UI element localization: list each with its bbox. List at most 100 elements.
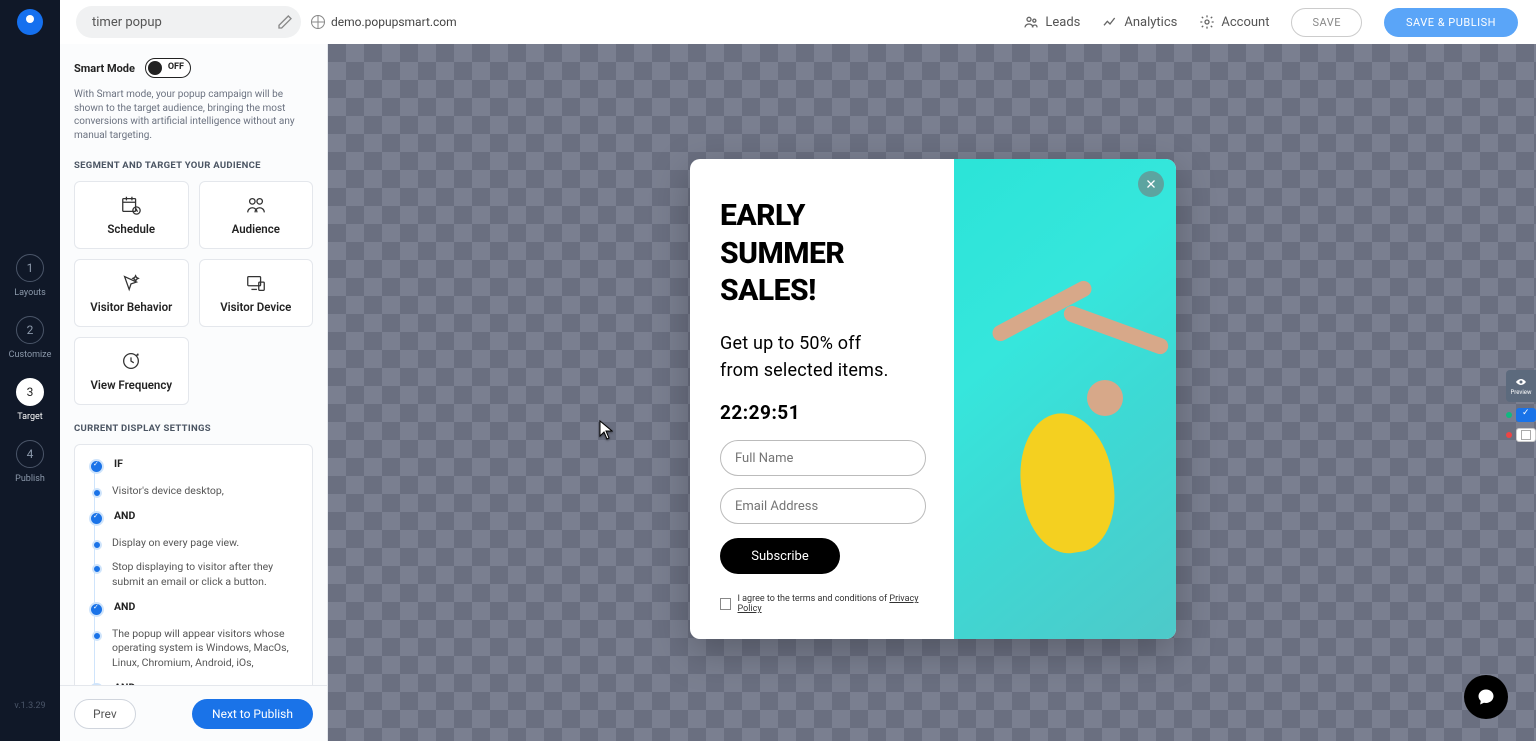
step-number: 1: [16, 254, 44, 282]
rule-item: Stop displaying to visitor after they su…: [89, 560, 302, 589]
target-sidebar: Smart Mode OFF With Smart mode, your pop…: [60, 44, 328, 741]
people-icon: [1023, 14, 1039, 30]
step-label: Customize: [9, 350, 52, 360]
campaign-name-field[interactable]: [76, 6, 301, 38]
devices-icon: [245, 272, 267, 294]
header-right: Leads Analytics Account SAVE SAVE & PUBL…: [1023, 8, 1536, 37]
terms-text: I agree to the terms and conditions of P…: [737, 594, 934, 614]
status-dot-green: [1506, 412, 1512, 418]
status-dot-red: [1506, 432, 1512, 438]
variant-chip-active[interactable]: [1516, 408, 1536, 422]
step-label: Target: [17, 412, 43, 422]
card-visitor-device[interactable]: Visitor Device: [199, 259, 314, 327]
nav-account[interactable]: Account: [1199, 14, 1269, 30]
chat-icon: [1476, 687, 1496, 707]
card-view-frequency[interactable]: View Frequency: [74, 337, 189, 405]
sidebar-scroll[interactable]: Smart Mode OFF With Smart mode, your pop…: [60, 44, 327, 685]
popup-preview: EARLY SUMMER SALES! Get up to 50% off fr…: [690, 159, 1176, 639]
mouse-cursor-icon: [599, 420, 613, 440]
sidebar-footer: Prev Next to Publish: [60, 685, 327, 741]
nav-analytics[interactable]: Analytics: [1102, 14, 1177, 30]
step-layouts[interactable]: 1 Layouts: [14, 254, 46, 298]
brand-logo[interactable]: [0, 0, 60, 44]
clock-icon: [120, 350, 142, 372]
step-target[interactable]: 3 Target: [16, 378, 44, 422]
next-to-publish-button[interactable]: Next to Publish: [192, 699, 313, 729]
smart-mode-label: Smart Mode: [74, 62, 135, 75]
card-label: Audience: [232, 222, 280, 236]
segment-heading: SEGMENT AND TARGET YOUR AUDIENCE: [74, 160, 313, 171]
popup-subscribe-button[interactable]: Subscribe: [720, 538, 840, 574]
step-number: 2: [16, 316, 44, 344]
variant-row-b: [1506, 428, 1536, 442]
step-nav: 1 Layouts 2 Customize 3 Target 4 Publish…: [0, 44, 60, 741]
rule-item: Visitor's device desktop,: [89, 484, 302, 499]
smart-mode-description: With Smart mode, your popup campaign wil…: [74, 88, 313, 142]
domain-chip[interactable]: demo.popupsmart.com: [311, 15, 457, 29]
display-settings-box: IF Visitor's device desktop, AND Display…: [74, 444, 313, 685]
popup-terms-row: I agree to the terms and conditions of P…: [720, 594, 934, 614]
smart-mode-toggle[interactable]: OFF: [145, 58, 191, 78]
cursor-sparkle-icon: [120, 272, 142, 294]
version-text: v.1.3.29: [14, 701, 45, 711]
campaign-name-input[interactable]: [92, 15, 277, 30]
step-number: 4: [16, 440, 44, 468]
rule-and: AND: [89, 509, 302, 526]
step-label: Publish: [15, 474, 45, 484]
smart-mode-row: Smart Mode OFF: [74, 58, 313, 78]
rules-flow: IF Visitor's device desktop, AND Display…: [89, 457, 302, 685]
variant-chip[interactable]: [1516, 428, 1536, 442]
editor-canvas[interactable]: EARLY SUMMER SALES! Get up to 50% off fr…: [328, 44, 1536, 741]
step-customize[interactable]: 2 Customize: [9, 316, 52, 360]
globe-icon: [311, 15, 325, 29]
nav-account-label: Account: [1221, 15, 1269, 30]
target-cards-grid: Schedule Audience Visitor Behavior Visit…: [74, 181, 313, 405]
rule-item: The popup will appear visitors whose ope…: [89, 627, 302, 671]
popup-name-input[interactable]: [720, 440, 926, 476]
close-icon: [1145, 178, 1157, 190]
popup-subtitle: Get up to 50% off from selected items.: [720, 330, 934, 386]
popup-email-input[interactable]: [720, 488, 926, 524]
eye-icon: [1515, 377, 1527, 387]
card-label: Schedule: [107, 222, 155, 236]
rule-if: IF: [89, 457, 302, 474]
card-schedule[interactable]: Schedule: [74, 181, 189, 249]
card-visitor-behavior[interactable]: Visitor Behavior: [74, 259, 189, 327]
card-label: Visitor Device: [220, 300, 291, 314]
pencil-icon: [277, 14, 293, 30]
gear-icon: [1199, 14, 1215, 30]
step-label: Layouts: [14, 288, 46, 298]
popup-close-button[interactable]: [1138, 171, 1164, 197]
rule-and: AND: [89, 600, 302, 617]
nav-analytics-label: Analytics: [1124, 15, 1177, 30]
popup-content: EARLY SUMMER SALES! Get up to 50% off fr…: [690, 159, 954, 639]
chat-launcher[interactable]: [1464, 675, 1508, 719]
display-settings-heading: CURRENT DISPLAY SETTINGS: [74, 423, 313, 434]
prev-button[interactable]: Prev: [74, 699, 136, 729]
step-number: 3: [16, 378, 44, 406]
popup-title: EARLY SUMMER SALES!: [720, 197, 934, 310]
step-publish[interactable]: 4 Publish: [15, 440, 45, 484]
card-label: Visitor Behavior: [90, 300, 172, 314]
save-publish-button[interactable]: SAVE & PUBLISH: [1384, 8, 1518, 37]
rule-item: Display on every page view.: [89, 536, 302, 551]
save-button[interactable]: SAVE: [1291, 8, 1362, 37]
card-audience[interactable]: Audience: [199, 181, 314, 249]
calendar-clock-icon: [120, 194, 142, 216]
canvas-side-controls: Preview: [1506, 370, 1536, 442]
popup-countdown: 22:29:51: [720, 401, 934, 424]
nav-leads-label: Leads: [1045, 15, 1080, 30]
variant-row-a: [1506, 408, 1536, 422]
analytics-icon: [1102, 14, 1118, 30]
domain-text: demo.popupsmart.com: [331, 15, 457, 29]
audience-icon: [245, 194, 267, 216]
logo-icon: [17, 9, 43, 35]
app-header: demo.popupsmart.com Leads Analytics Acco…: [0, 0, 1536, 44]
rule-and: AND: [89, 681, 302, 685]
nav-leads[interactable]: Leads: [1023, 14, 1080, 30]
terms-checkbox[interactable]: [720, 598, 731, 610]
preview-toggle[interactable]: Preview: [1506, 370, 1536, 402]
swimmer-illustration: [954, 159, 1176, 639]
toggle-state: OFF: [168, 62, 184, 72]
card-label: View Frequency: [90, 378, 172, 392]
